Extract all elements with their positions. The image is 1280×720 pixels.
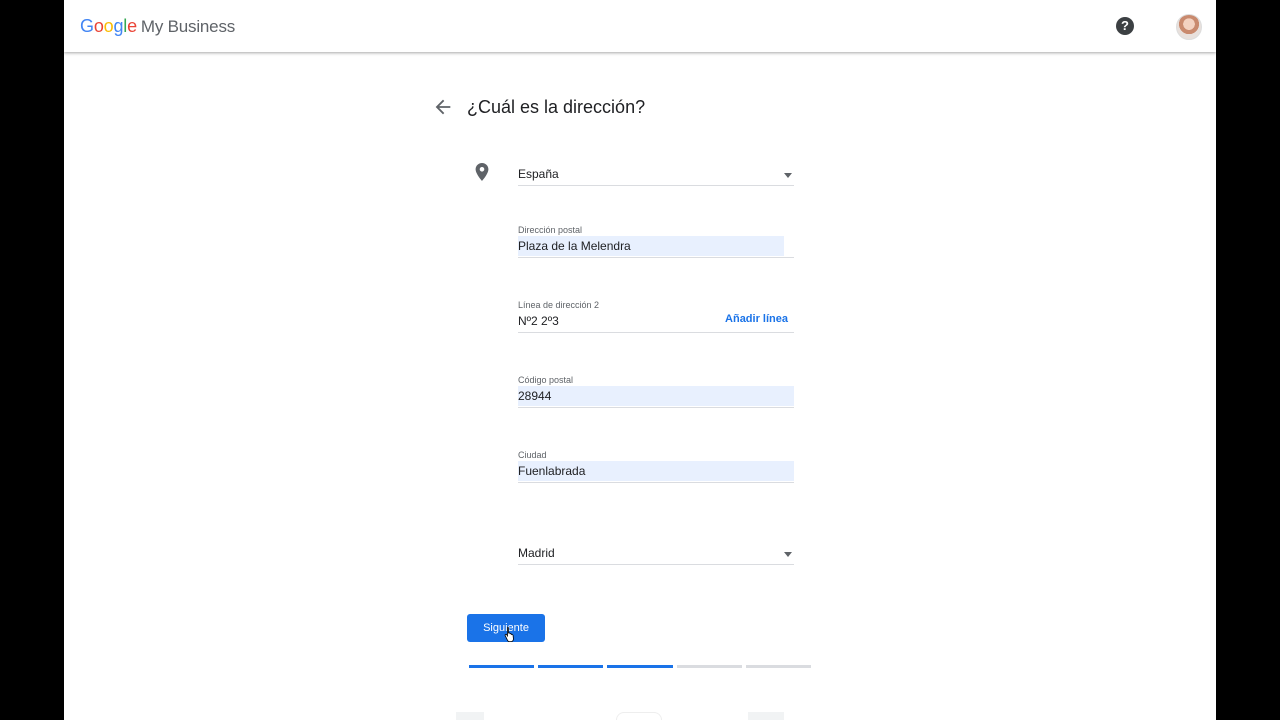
location-pin-icon bbox=[475, 163, 489, 181]
app-window: Google My Business ? ¿Cuál es la direcció… bbox=[64, 0, 1216, 720]
address-line-2-field[interactable]: Línea de dirección 2 Nº2 2º3 Añadir líne… bbox=[518, 299, 794, 333]
street-address-label: Dirección postal bbox=[518, 225, 583, 235]
logo-letter: g bbox=[113, 16, 124, 36]
progress-step bbox=[745, 665, 812, 668]
postal-code-label: Código postal bbox=[518, 375, 574, 385]
page-title: ¿Cuál es la dirección? bbox=[467, 97, 646, 117]
city-label: Ciudad bbox=[518, 450, 547, 460]
account-avatar[interactable] bbox=[1176, 14, 1202, 40]
postal-code-input[interactable]: 28944 bbox=[518, 386, 794, 408]
country-value: España bbox=[518, 167, 559, 181]
offscreen-content-hint bbox=[456, 712, 786, 720]
hint-block bbox=[748, 712, 784, 720]
province-label bbox=[518, 531, 794, 543]
help-icon[interactable]: ? bbox=[1116, 17, 1134, 35]
province-value: Madrid bbox=[518, 546, 555, 560]
back-arrow-icon[interactable] bbox=[432, 96, 454, 118]
city-input[interactable]: Fuenlabrada bbox=[518, 461, 794, 483]
logo-letter: G bbox=[80, 16, 94, 36]
google-my-business-logo[interactable]: Google My Business bbox=[80, 14, 235, 39]
progress-bar bbox=[469, 665, 812, 669]
logo-product-name: My Business bbox=[140, 17, 236, 36]
dropdown-arrow-icon bbox=[784, 173, 792, 178]
street-address-value: Plaza de la Melendra bbox=[518, 239, 631, 253]
add-line-button[interactable]: Añadir línea bbox=[725, 309, 788, 329]
progress-step bbox=[538, 665, 604, 668]
postal-code-value: 28944 bbox=[518, 389, 552, 403]
progress-step bbox=[607, 665, 673, 668]
top-bar: Google My Business ? bbox=[64, 0, 1216, 52]
logo-letter: o bbox=[103, 16, 114, 36]
address-line-2-input[interactable]: Nº2 2º3 Añadir línea bbox=[518, 311, 794, 333]
country-label bbox=[518, 152, 794, 164]
city-value: Fuenlabrada bbox=[518, 464, 586, 478]
progress-step bbox=[469, 665, 535, 668]
province-box[interactable]: Madrid bbox=[518, 543, 794, 565]
street-address-input[interactable]: Plaza de la Melendra bbox=[518, 236, 794, 258]
logo-letter: e bbox=[127, 16, 137, 36]
dropdown-arrow-icon bbox=[784, 552, 792, 557]
street-address-field[interactable]: Dirección postal Plaza de la Melendra bbox=[518, 224, 794, 258]
hint-block bbox=[456, 712, 484, 720]
hint-block bbox=[616, 712, 662, 720]
hand-cursor-icon bbox=[504, 626, 514, 642]
city-field[interactable]: Ciudad Fuenlabrada bbox=[518, 449, 794, 483]
postal-code-field[interactable]: Código postal 28944 bbox=[518, 374, 794, 408]
province-select[interactable]: Madrid bbox=[518, 531, 794, 565]
progress-step bbox=[676, 665, 742, 668]
country-box[interactable]: España bbox=[518, 164, 794, 186]
logo-letter: o bbox=[93, 16, 104, 36]
country-select[interactable]: España bbox=[518, 152, 794, 186]
